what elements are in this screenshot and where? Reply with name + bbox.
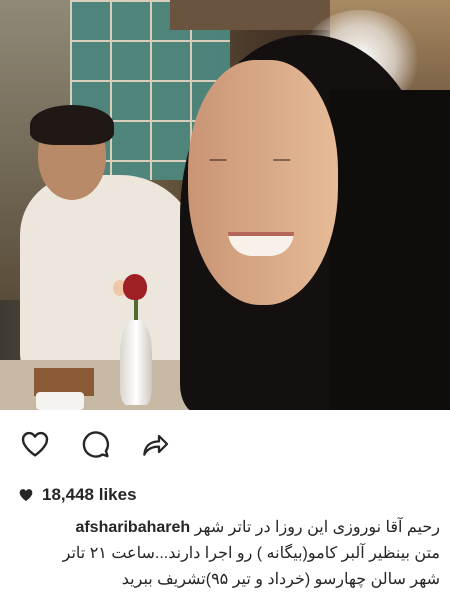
heart-filled-icon [19, 489, 33, 501]
caption-line-3: شهر سالن چهارسو (خرداد و تیر ۹۵)تشریف بب… [121, 571, 440, 588]
likes-text: 18,448 likes [42, 485, 137, 504]
photo-rose [123, 274, 147, 300]
comment-button[interactable] [78, 427, 112, 461]
share-arrow-icon [143, 434, 169, 456]
heart-outline-icon [21, 431, 49, 457]
post-photo[interactable] [0, 0, 450, 410]
caption-text-1: رحیم آقا نوروزی این روزا در تاتر شهر [194, 519, 440, 536]
likes-count[interactable]: 18,448 likes [18, 485, 137, 505]
post-action-bar [0, 410, 450, 478]
caption-line-2: متن بینظیر آلبر کامو(بیگانه ) رو اجرا دا… [62, 545, 440, 562]
caption-line-1: رحیم آقا نوروزی این روزا در تاتر شهر afs… [10, 515, 440, 541]
photo-woman-eyes [196, 155, 306, 165]
photo-man-shirt [20, 175, 200, 375]
caption-username[interactable]: afsharibahareh [75, 519, 190, 536]
post-caption: رحیم آقا نوروزی این روزا در تاتر شهر afs… [10, 515, 440, 593]
like-button[interactable] [18, 427, 52, 461]
photo-woman-face [188, 60, 338, 305]
photo-table [0, 360, 200, 410]
share-button[interactable] [138, 427, 172, 461]
photo-man-hair [30, 105, 114, 145]
photo-woman-scarf [330, 90, 450, 410]
instagram-post: 18,448 likes رحیم آقا نوروزی این روزا در… [0, 0, 450, 605]
comment-bubble-icon [82, 431, 110, 458]
photo-cup [36, 392, 84, 410]
photo-vase [120, 320, 152, 405]
